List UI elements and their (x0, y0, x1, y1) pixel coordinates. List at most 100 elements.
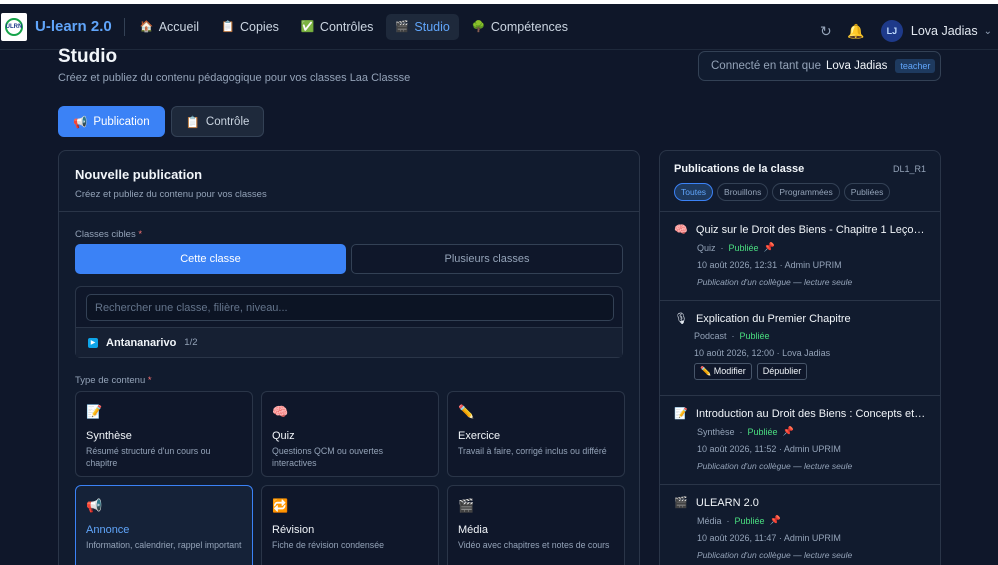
pin-icon: 📌 (769, 515, 781, 525)
required-mark: * (147, 375, 152, 386)
publication-title: Explication du Premier Chapitre (695, 312, 851, 325)
memo-icon: 📝 (674, 408, 688, 420)
nav-home-label: Accueil (158, 19, 199, 34)
clapper-icon: 🎬 (458, 498, 475, 513)
unpublish-button[interactable]: Dépublier (756, 363, 808, 380)
bell-icon[interactable]: 🔔 (841, 23, 871, 40)
city-count: 1/2 (184, 337, 198, 348)
top-navbar: ULRN U-learn 2.0 🏠 Accueil 📋 Copies ✅ Contr… (0, 0, 998, 50)
type-name: Exercice (458, 430, 501, 442)
new-publication-card: Nouvelle publication Créez et publiez du… (58, 150, 640, 565)
repeat-icon: 🔁 (272, 498, 289, 513)
publication-status: Publiée (747, 426, 778, 437)
memo-icon: 📝 (86, 404, 103, 419)
chevron-down-icon[interactable]: ⌄ (984, 26, 992, 37)
filter-scheduled[interactable]: Programmées (772, 183, 840, 201)
dot-separator: · (731, 331, 735, 341)
type-revision[interactable]: 🔁 Révision Fiche de révision condensée (261, 485, 439, 565)
megaphone-icon: 📢 (73, 116, 88, 129)
type-desc: Information, calendrier, rappel importan… (86, 540, 242, 550)
pin-icon: 📌 (763, 242, 775, 252)
publication-item[interactable]: 🎬 ULEARN 2.0 Média · Publiée 📌 10 août 2026,… (660, 485, 940, 565)
page-title: Studio (58, 46, 118, 67)
content-type-grid: 📝 Synthèse Résumé structuré d'un cours ou … (75, 391, 625, 565)
publication-type: Podcast (694, 331, 727, 341)
connected-prefix: Connecté en tant que (711, 60, 821, 72)
nav-divider (123, 17, 125, 36)
classes-label-text: Classes cibles (75, 229, 136, 240)
nav-copies[interactable]: 📋 Copies (212, 14, 288, 40)
avatar[interactable]: LJ (880, 20, 903, 42)
publication-status: Publiée (734, 515, 765, 526)
page-subtitle: Créez et publiez du contenu pédagogique … (58, 72, 411, 84)
publication-date: 10 août 2026, 12:00 · Lova Jadias (694, 348, 831, 358)
type-name: Synthèse (86, 430, 132, 442)
item-actions: ✏️ Modifier Dépublier (694, 363, 926, 380)
type-synthese[interactable]: 📝 Synthèse Résumé structuré d'un cours ou … (75, 391, 253, 477)
pencil-icon: ✏️ (458, 404, 475, 419)
tree-icon: 🌳 (471, 21, 486, 33)
type-annonce[interactable]: 📢 Annonce Information, calendrier, rappel … (75, 485, 253, 565)
pin-icon: 📌 (782, 426, 794, 436)
publication-type: Quiz (697, 242, 716, 253)
filter-chips: Toutes Brouillons Programmées Publiées (674, 183, 926, 201)
panel-title: Publications de la classe (674, 163, 805, 175)
filter-published[interactable]: Publiées (843, 183, 891, 201)
nav-skills[interactable]: 🌳 Compétences (463, 14, 577, 40)
type-exercice[interactable]: ✏️ Exercice Travail à faire, corrigé inclu… (447, 391, 625, 477)
nav-studio-label: Studio (414, 19, 450, 34)
type-name: Média (458, 524, 488, 536)
user-name[interactable]: Lova Jadias (911, 24, 978, 38)
card-title: Nouvelle publication (75, 167, 203, 182)
tab-control[interactable]: 📋 Contrôle (170, 106, 265, 137)
type-desc: Fiche de révision condensée (272, 540, 384, 550)
card-subtitle: Créez et publiez du contenu pour vos cla… (75, 189, 267, 200)
single-class-button[interactable]: Cette classe (75, 244, 346, 274)
multi-class-button[interactable]: Plusieurs classes (351, 244, 623, 274)
filter-all[interactable]: Toutes (674, 183, 714, 201)
type-label: Type de contenu * (75, 375, 152, 386)
clapper-icon: 🎬 (395, 21, 410, 33)
class-search-input[interactable] (86, 294, 614, 321)
clipboard-icon: 📋 (185, 116, 200, 129)
type-media[interactable]: 🎬 Média Vidéo avec chapitres et notes de c… (447, 485, 625, 565)
brain-icon: 🧠 (272, 404, 289, 419)
refresh-icon[interactable]: ↻ (811, 23, 841, 40)
class-publications-panel: Publications de la classe DL1_R1 Toutes … (659, 150, 941, 565)
publication-title: Quiz sur le Droit des Biens - Chapitre 1… (695, 223, 926, 236)
connected-as-box: Connecté en tant que Lova Jadias teacher (698, 51, 941, 81)
nav-copies-label: Copies (240, 19, 279, 34)
publication-title: ULEARN 2.0 (695, 496, 759, 509)
nav-studio[interactable]: 🎬 Studio (386, 13, 459, 40)
nav-controls[interactable]: ✅ Contrôles (292, 14, 383, 40)
publication-item[interactable]: 🎙 Explication du Premier Chapitre Podcast… (660, 301, 940, 396)
publication-date: 10 août 2026, 11:47 · Admin UPRIM (697, 533, 841, 543)
nav-home[interactable]: 🏠 Accueil (131, 14, 208, 40)
filter-drafts[interactable]: Brouillons (717, 183, 769, 201)
panel-header: Publications de la classe DL1_R1 Toutes … (660, 151, 940, 212)
play-icon: ▶ (88, 337, 98, 348)
studio-tabs: 📢 Publication 📋 Contrôle (58, 106, 265, 137)
publication-item[interactable]: 🧠 Quiz sur le Droit des Biens - Chapitre … (660, 212, 940, 301)
tab-control-label: Contrôle (205, 115, 250, 128)
publication-item[interactable]: 📝 Introduction au Droit des Biens : Conce… (660, 396, 940, 485)
type-name: Annonce (86, 524, 130, 536)
type-name: Quiz (272, 430, 295, 442)
brand-name[interactable]: U-learn 2.0 (35, 18, 112, 35)
type-label-text: Type de contenu (75, 375, 146, 386)
publication-date: 10 août 2026, 11:52 · Admin UPRIM (697, 444, 841, 454)
card-header: Nouvelle publication Créez et publiez du… (59, 151, 639, 212)
nav-skills-label: Compétences (490, 19, 568, 34)
clipboard-icon: 📋 (221, 21, 235, 33)
type-quiz[interactable]: 🧠 Quiz Questions QCM ou ouvertes interacti… (261, 391, 439, 477)
logo-mark: ULRN (5, 17, 23, 36)
tab-publication[interactable]: 📢 Publication (58, 106, 165, 137)
dot-separator: · (726, 515, 730, 526)
app-logo[interactable]: ULRN (1, 12, 27, 41)
user-area: ↻ 🔔 LJ Lova Jadias ⌄ (811, 8, 998, 54)
city-group[interactable]: ▶ Antananarivo 1/2 (76, 327, 622, 357)
type-desc: Travail à faire, corrigé inclus ou diffé… (458, 446, 607, 456)
connected-name: Lova Jadias (825, 60, 888, 72)
edit-button[interactable]: ✏️ Modifier (694, 363, 752, 380)
clapper-icon: 🎬 (674, 497, 688, 509)
